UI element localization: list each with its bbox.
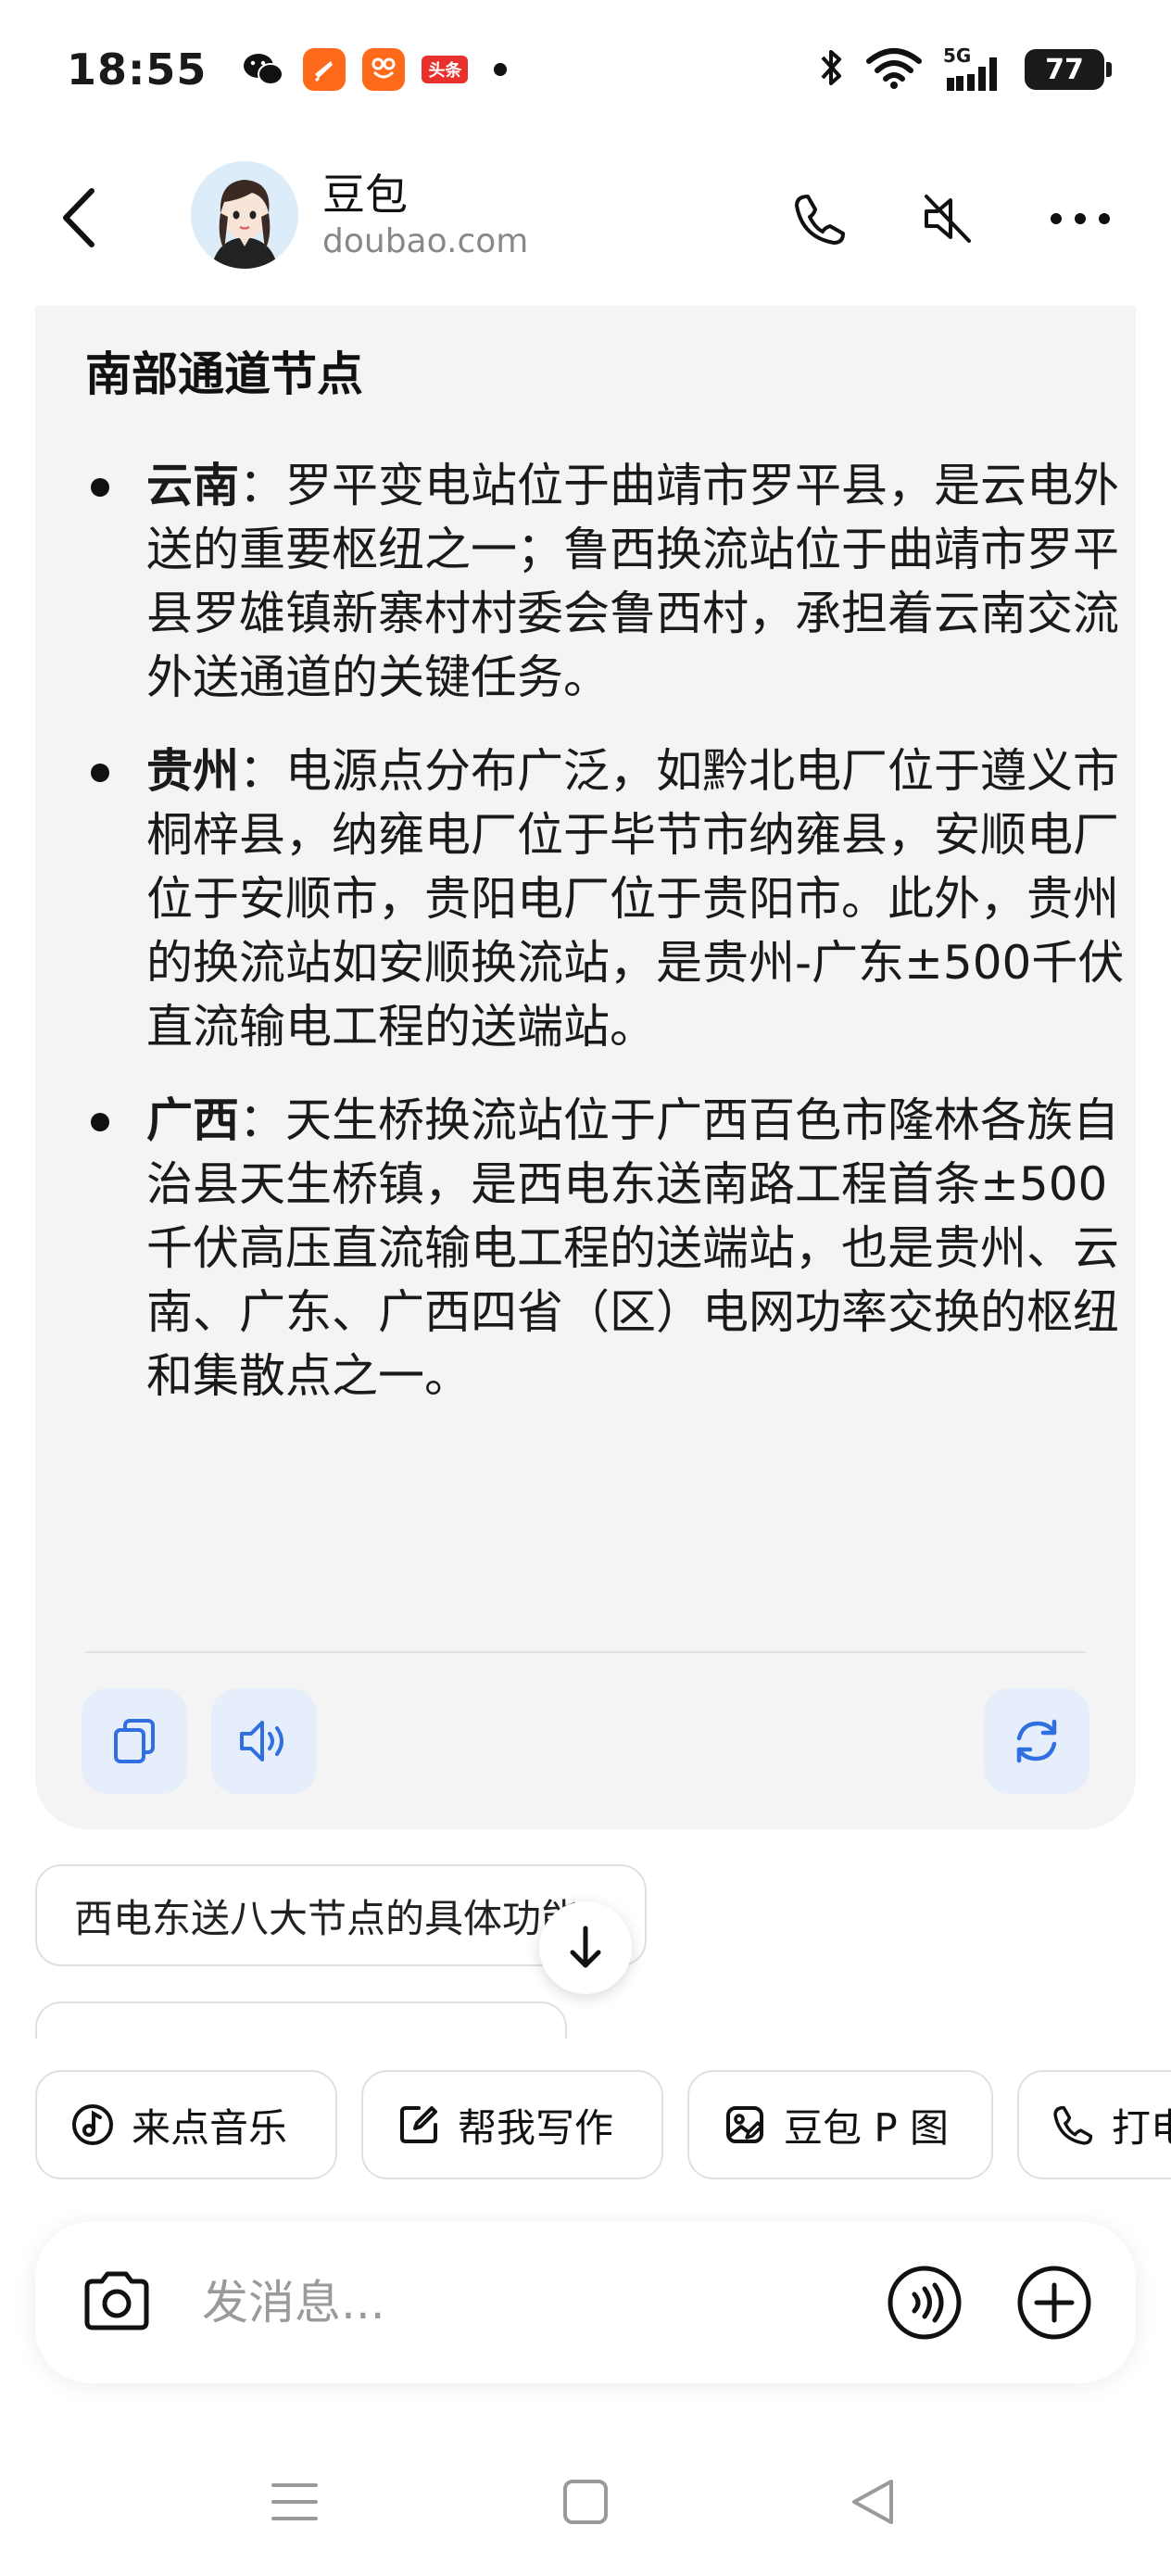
phone-icon bbox=[1053, 2105, 1093, 2145]
quick-action-p-image[interactable]: 豆包 P 图 bbox=[687, 2070, 993, 2179]
voice-wave-icon bbox=[888, 2266, 962, 2340]
plus-circle-icon bbox=[1017, 2266, 1091, 2340]
item-label: 云南 bbox=[146, 459, 239, 512]
notification-dot bbox=[494, 63, 508, 76]
item-text: ：天生桥换流站位于广西百色市隆林各族自治县天生桥镇，是西电东送南路工程首条±50… bbox=[146, 1093, 1119, 1403]
wifi-icon bbox=[865, 46, 923, 93]
orange-app2-icon bbox=[362, 48, 406, 91]
item-text: ：罗平变电站位于曲靖市罗平县，是云电外送的重要枢纽之一；鲁西换流站位于曲靖市罗平… bbox=[146, 459, 1119, 704]
orange-app-icon bbox=[303, 48, 346, 91]
suggested-question-chip[interactable] bbox=[35, 2001, 567, 2039]
nav-home-button[interactable] bbox=[548, 2465, 623, 2539]
quick-action-label: 帮我写作 bbox=[458, 2104, 614, 2151]
nav-back-button[interactable] bbox=[836, 2465, 910, 2539]
status-time: 18:55 bbox=[67, 44, 208, 95]
more-options-button[interactable] bbox=[1047, 185, 1114, 252]
header-title: 豆包 bbox=[322, 170, 408, 220]
more-horizontal-icon bbox=[1051, 213, 1110, 224]
battery-indicator: 77 bbox=[1025, 49, 1112, 90]
list-item: 云南：罗平变电站位于曲靖市罗平县，是云电外送的重要枢纽之一；鲁西换流站位于曲靖市… bbox=[85, 454, 1132, 710]
cellular-signal-icon: 5G bbox=[943, 44, 1004, 91]
quick-action-label: 来点音乐 bbox=[132, 2104, 288, 2151]
menu-icon bbox=[271, 2483, 318, 2520]
arrow-down-icon bbox=[570, 1926, 601, 1968]
quick-actions-row: 来点音乐 帮我写作 豆包 P 图 打电话 bbox=[35, 2070, 1171, 2181]
status-bar: 18:55 头条 5G 77 bbox=[0, 0, 1171, 139]
regenerate-button[interactable] bbox=[984, 1688, 1089, 1794]
speaker-muted-icon bbox=[925, 195, 971, 243]
divider bbox=[85, 1651, 1086, 1653]
speaker-icon bbox=[240, 1721, 283, 1762]
avatar[interactable] bbox=[191, 161, 298, 269]
item-text: ：电源点分布广泛，如黔北电厂位于遵义市桐梓县，纳雍电厂位于毕节市纳雍县，安顺电厂… bbox=[146, 744, 1125, 1054]
node-list: 云南：罗平变电站位于曲靖市罗平县，是云电外送的重要枢纽之一；鲁西换流站位于曲靖市… bbox=[85, 454, 1132, 1438]
add-attachment-button[interactable] bbox=[1015, 2264, 1093, 2342]
status-app-icons: 头条 bbox=[240, 48, 508, 91]
status-indicators: 5G 77 bbox=[817, 44, 1112, 93]
music-icon bbox=[72, 2104, 113, 2145]
quick-action-label: 豆包 P 图 bbox=[784, 2104, 950, 2151]
wechat-icon bbox=[240, 48, 286, 91]
assistant-message-card: 南部通道节点 云南：罗平变电站位于曲靖市罗平县，是云电外送的重要枢纽之一；鲁西换… bbox=[35, 306, 1136, 1829]
voice-input-button[interactable] bbox=[886, 2264, 963, 2342]
scroll-to-bottom-button[interactable] bbox=[539, 1901, 632, 1994]
read-aloud-button[interactable] bbox=[211, 1688, 317, 1794]
list-item: 贵州：电源点分布广泛，如黔北电厂位于遵义市桐梓县，纳雍电厂位于毕节市纳雍县，安顺… bbox=[85, 739, 1132, 1059]
quick-action-music[interactable]: 来点音乐 bbox=[35, 2070, 337, 2179]
camera-button[interactable] bbox=[78, 2263, 156, 2341]
item-label: 贵州 bbox=[146, 744, 239, 798]
quick-action-writing[interactable]: 帮我写作 bbox=[361, 2070, 663, 2179]
chevron-left-icon bbox=[63, 188, 94, 247]
network-type-label: 5G bbox=[943, 44, 972, 67]
bluetooth-icon bbox=[817, 46, 845, 93]
quick-action-call[interactable]: 打电话 bbox=[1017, 2070, 1171, 2179]
item-label: 广西 bbox=[146, 1093, 239, 1147]
image-edit-icon bbox=[726, 2106, 763, 2143]
triangle-back-icon bbox=[852, 2480, 893, 2524]
list-item: 广西：天生桥换流站位于广西百色市隆林各族自治县天生桥镇，是西电东送南路工程首条±… bbox=[85, 1089, 1132, 1408]
back-button[interactable] bbox=[46, 185, 111, 250]
square-icon bbox=[563, 2480, 608, 2524]
phone-icon bbox=[795, 195, 845, 245]
copy-button[interactable] bbox=[82, 1688, 187, 1794]
quick-action-label: 打电话 bbox=[1112, 2104, 1171, 2151]
camera-icon bbox=[84, 2271, 149, 2330]
copy-icon bbox=[114, 1719, 155, 1763]
toutiao-icon: 头条 bbox=[422, 56, 469, 83]
edit-icon bbox=[400, 2106, 437, 2143]
section-title: 南部通道节点 bbox=[85, 347, 363, 401]
nav-menu-button[interactable] bbox=[258, 2465, 332, 2539]
call-button[interactable] bbox=[787, 185, 854, 252]
header-subtitle: doubao.com bbox=[322, 222, 529, 260]
refresh-icon bbox=[1016, 1719, 1057, 1763]
chat-header: 豆包 doubao.com bbox=[0, 148, 1171, 287]
message-input-bar bbox=[35, 2222, 1136, 2383]
system-navigation-bar bbox=[0, 2446, 1171, 2557]
message-input[interactable] bbox=[202, 2270, 850, 2335]
mute-speaker-button[interactable] bbox=[913, 185, 980, 252]
